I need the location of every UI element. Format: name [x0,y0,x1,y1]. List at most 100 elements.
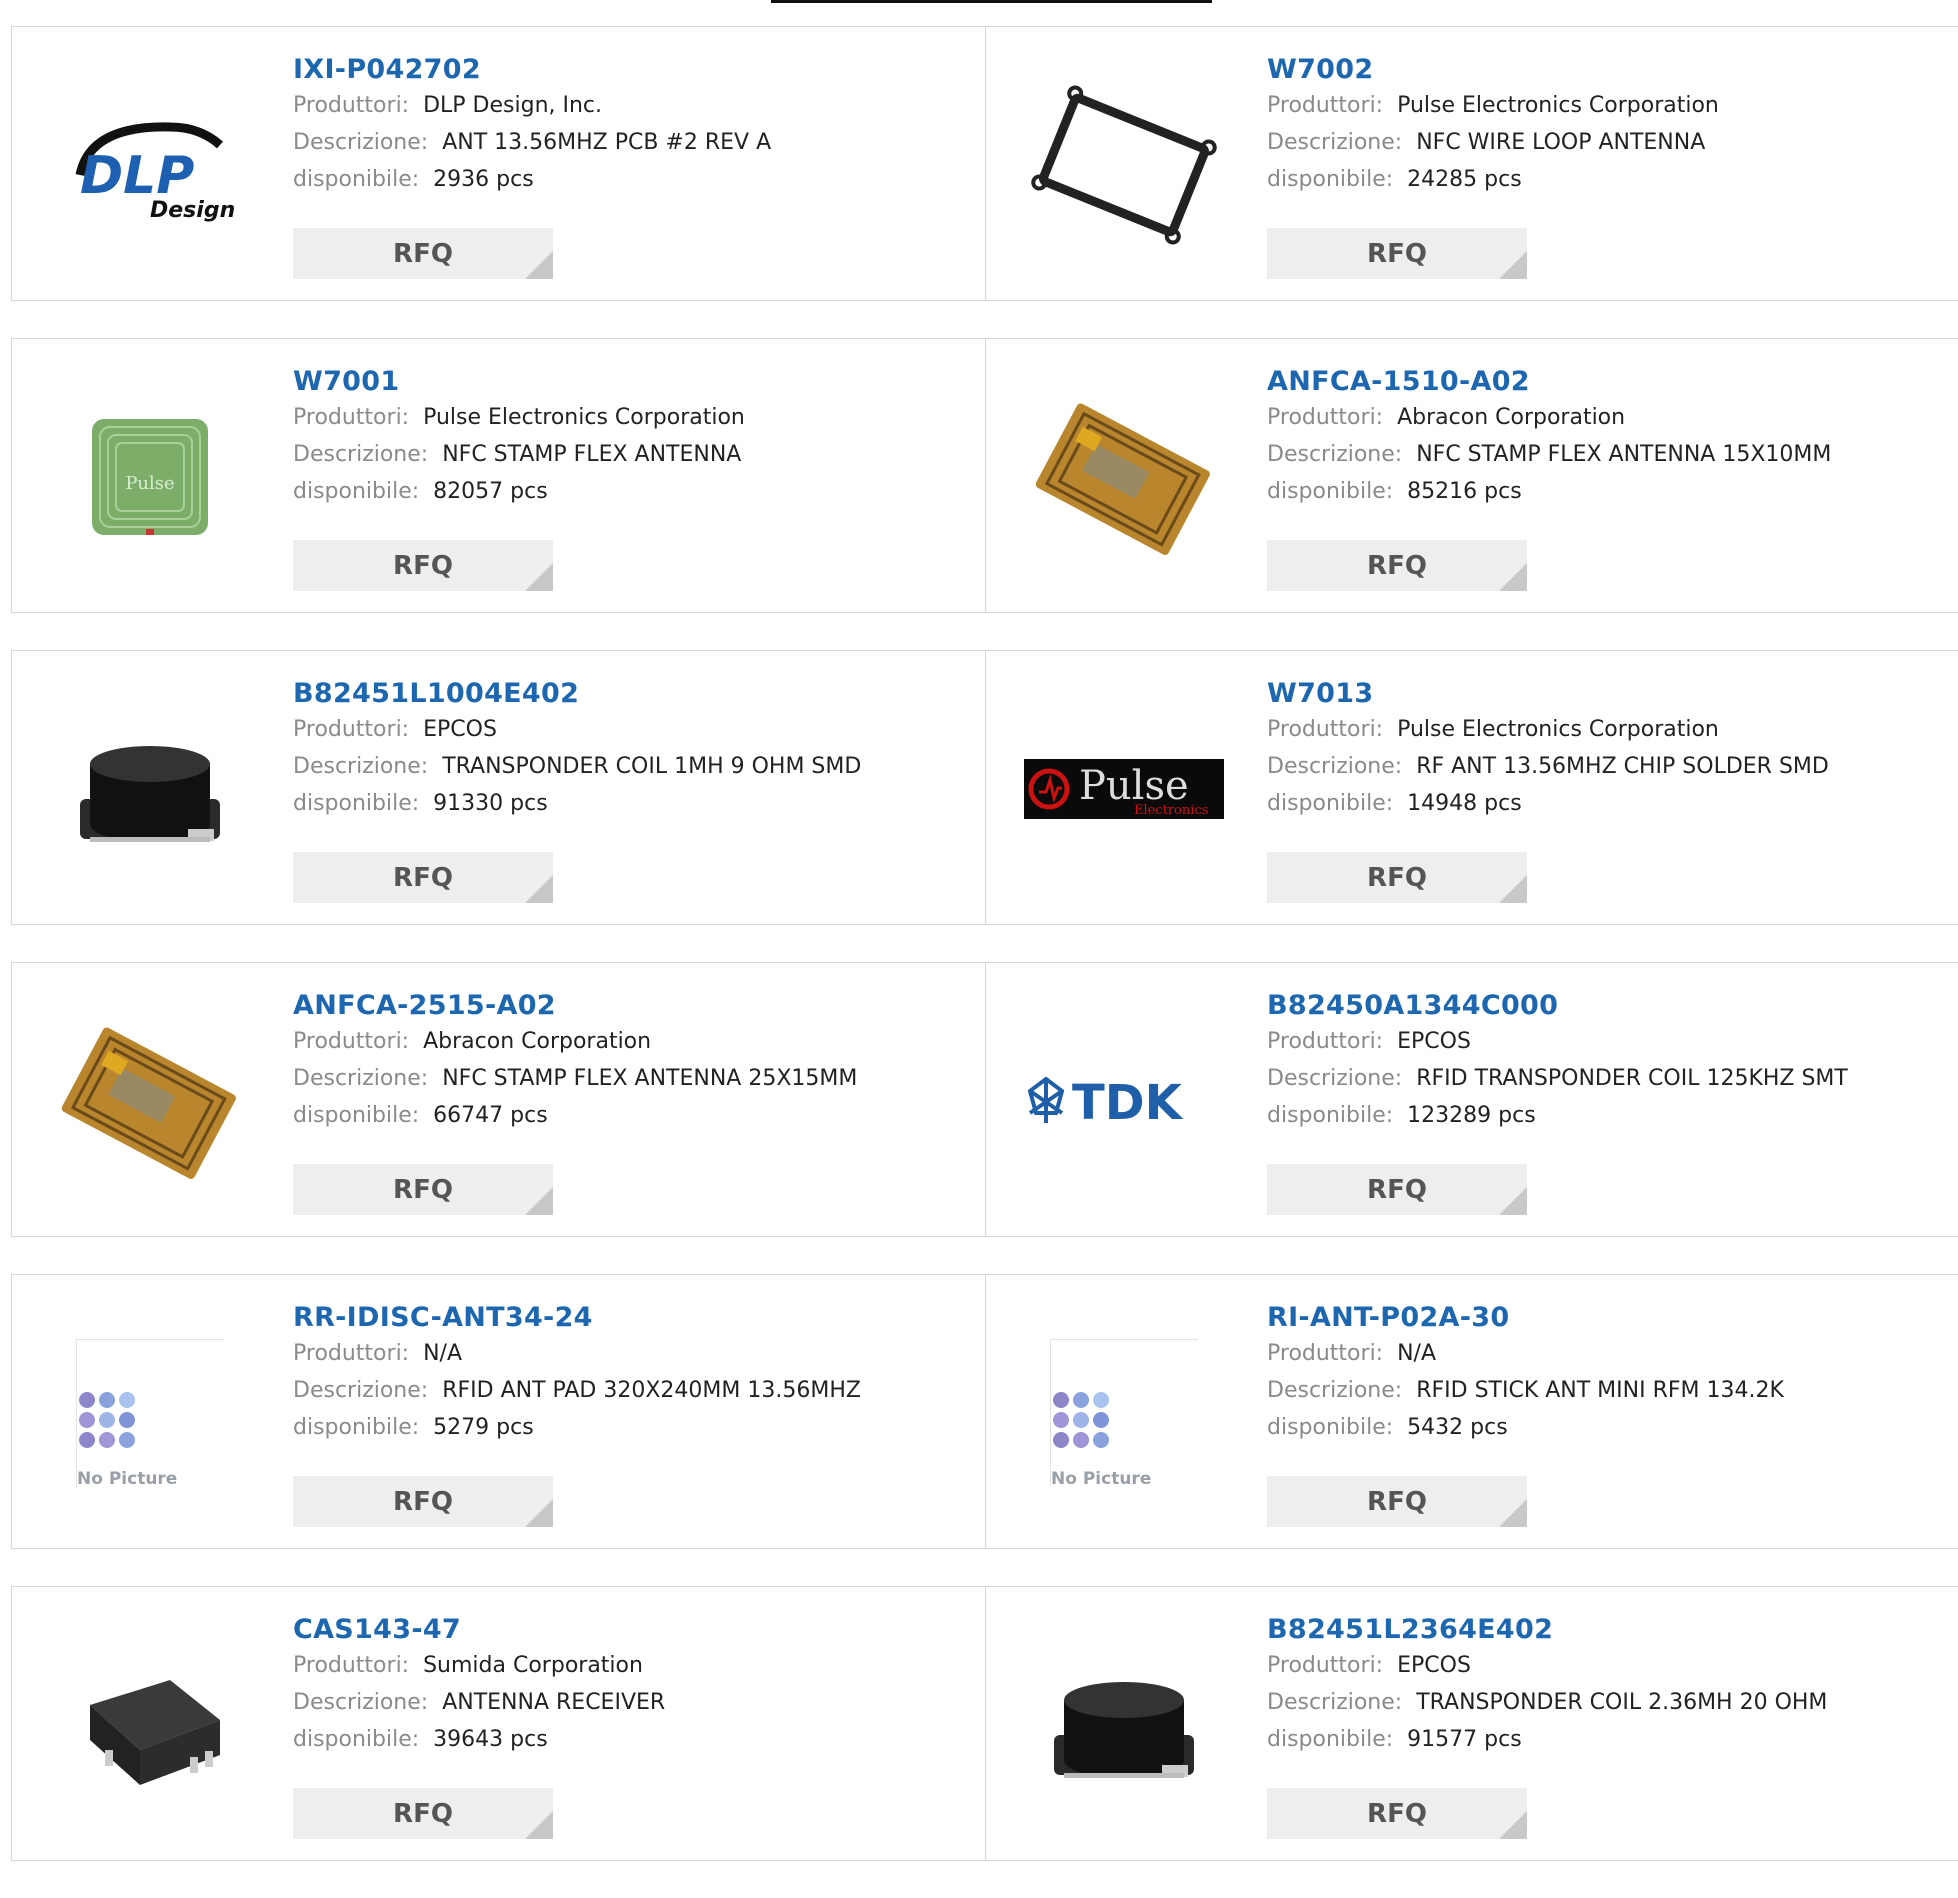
no-picture-text: No Picture [77,1469,178,1489]
part-number-link[interactable]: RI-ANT-P02A-30 [1267,1301,1958,1335]
description-value: NFC STAMP FLEX ANTENNA [442,442,742,467]
product-image[interactable]: No Picture [50,1313,250,1513]
product-image[interactable]: Pulse [50,377,250,577]
description-label: Descrizione: [1267,442,1403,467]
rfq-button[interactable]: RFQ [1267,852,1527,903]
smd-coil-icon [1054,1682,1194,1778]
product-image[interactable]: DLP Design [50,65,250,265]
manufacturer-value: EPCOS [1397,1029,1471,1054]
availability-value: 24285 pcs [1407,167,1522,192]
rfq-label: RFQ [393,550,453,581]
description-value: ANTENNA RECEIVER [442,1690,666,1715]
top-divider [771,0,1212,3]
part-number-link[interactable]: B82451L1004E402 [293,677,985,711]
product-image[interactable]: Pulse Electronics [1024,689,1224,889]
availability-value: 39643 pcs [433,1727,548,1752]
product-info: W7001 Produttori: Pulse Electronics Corpo… [293,365,985,510]
product-row: No Picture RR-IDISC-ANT34-24 Produttori:… [11,1274,1958,1549]
product-info: ANFCA-1510-A02 Produttori: Abracon Corpor… [1267,365,1958,510]
description-value: ANT 13.56MHZ PCB #2 REV A [442,130,772,155]
availability-row: disponibile: 5432 pcs [1267,1409,1958,1446]
product-card: No Picture RR-IDISC-ANT34-24 Produttori:… [12,1275,985,1548]
rfq-label: RFQ [1367,862,1427,893]
part-number-link[interactable]: B82451L2364E402 [1267,1613,1958,1647]
rfq-label: RFQ [1367,1486,1427,1517]
description-label: Descrizione: [1267,1066,1403,1091]
rfq-button[interactable]: RFQ [293,1476,553,1527]
rfq-button[interactable]: RFQ [1267,1164,1527,1215]
product-image[interactable]: TDK [1024,1001,1224,1201]
product-image[interactable] [1024,377,1224,577]
part-number-link[interactable]: IXI-P042702 [293,53,985,87]
product-image[interactable] [50,1001,250,1201]
description-label: Descrizione: [293,1066,429,1091]
product-info: IXI-P042702 Produttori: DLP Design, Inc. … [293,53,985,198]
manufacturer-value: N/A [423,1341,463,1366]
rfq-corner-decoration [1499,251,1527,279]
rfq-label: RFQ [393,238,453,269]
description-row: Descrizione: NFC STAMP FLEX ANTENNA [293,436,985,473]
rfq-button[interactable]: RFQ [1267,1476,1527,1527]
product-row: DLP Design IXI-P042702 Produttori: DLP De… [11,26,1958,301]
rfq-button[interactable]: RFQ [1267,540,1527,591]
description-row: Descrizione: ANTENNA RECEIVER [293,1684,985,1721]
product-info: CAS143-47 Produttori: Sumida Corporation … [293,1613,985,1758]
part-number-link[interactable]: ANFCA-2515-A02 [293,989,985,1023]
part-number-link[interactable]: W7002 [1267,53,1958,87]
product-image[interactable] [1024,65,1224,265]
product-card: DLP Design IXI-P042702 Produttori: DLP De… [12,27,985,300]
part-number-link[interactable]: W7013 [1267,677,1958,711]
availability-label: disponibile: [293,167,420,192]
description-value: NFC STAMP FLEX ANTENNA 25X15MM [442,1066,858,1091]
part-number-link[interactable]: ANFCA-1510-A02 [1267,365,1958,399]
dlp-logo-text: DLP [80,146,194,206]
manufacturer-label: Produttori: [1267,1029,1384,1054]
product-image[interactable] [50,1625,250,1825]
part-number-link[interactable]: B82450A1344C000 [1267,989,1958,1023]
rfq-label: RFQ [393,1174,453,1205]
manufacturer-row: Produttori: Pulse Electronics Corporation [1267,711,1958,748]
dlp-design-logo-icon: DLP Design [75,122,235,223]
part-number-link[interactable]: RR-IDISC-ANT34-24 [293,1301,985,1335]
rfq-corner-decoration [525,1499,553,1527]
manufacturer-value: Abracon Corporation [1397,405,1626,430]
rfq-button[interactable]: RFQ [1267,1788,1527,1839]
manufacturer-row: Produttori: Pulse Electronics Corporation [1267,87,1958,124]
description-value: NFC WIRE LOOP ANTENNA [1416,130,1706,155]
part-number-link[interactable]: CAS143-47 [293,1613,985,1647]
rfq-button[interactable]: RFQ [293,852,553,903]
manufacturer-row: Produttori: EPCOS [1267,1647,1958,1684]
description-value: TRANSPONDER COIL 2.36MH 20 OHM [1416,1690,1828,1715]
part-number-link[interactable]: W7001 [293,365,985,399]
product-info: W7013 Produttori: Pulse Electronics Corpo… [1267,677,1958,822]
rfq-button[interactable]: RFQ [293,540,553,591]
rfq-button[interactable]: RFQ [293,1788,553,1839]
product-image[interactable] [50,689,250,889]
availability-label: disponibile: [1267,167,1394,192]
availability-label: disponibile: [293,479,420,504]
product-grid: DLP Design IXI-P042702 Produttori: DLP De… [11,26,1958,1898]
availability-value: 91577 pcs [1407,1727,1522,1752]
product-info: RI-ANT-P02A-30 Produttori: N/A Descrizion… [1267,1301,1958,1446]
manufacturer-value: N/A [1397,1341,1437,1366]
description-row: Descrizione: NFC STAMP FLEX ANTENNA 25X15… [293,1060,985,1097]
product-card: Pulse W7001 Produttori: Pulse Electronics… [12,339,985,612]
availability-value: 66747 pcs [433,1103,548,1128]
manufacturer-value: Abracon Corporation [423,1029,652,1054]
product-card: B82451L2364E402 Produttori: EPCOS Descriz… [985,1587,1958,1860]
rfq-button[interactable]: RFQ [1267,228,1527,279]
product-card: CAS143-47 Produttori: Sumida Corporation … [12,1587,985,1860]
manufacturer-label: Produttori: [1267,1653,1384,1678]
rfq-label: RFQ [393,1798,453,1829]
rfq-button[interactable]: RFQ [293,1164,553,1215]
product-image[interactable]: No Picture [1024,1313,1224,1513]
description-row: Descrizione: TRANSPONDER COIL 2.36MH 20 O… [1267,1684,1958,1721]
rfq-label: RFQ [393,1486,453,1517]
product-row: B82451L1004E402 Produttori: EPCOS Descriz… [11,650,1958,925]
availability-value: 85216 pcs [1407,479,1522,504]
description-row: Descrizione: RF ANT 13.56MHZ CHIP SOLDER … [1267,748,1958,785]
manufacturer-row: Produttori: Pulse Electronics Corporation [293,399,985,436]
product-image[interactable] [1024,1625,1224,1825]
rfq-button[interactable]: RFQ [293,228,553,279]
availability-label: disponibile: [293,1415,420,1440]
